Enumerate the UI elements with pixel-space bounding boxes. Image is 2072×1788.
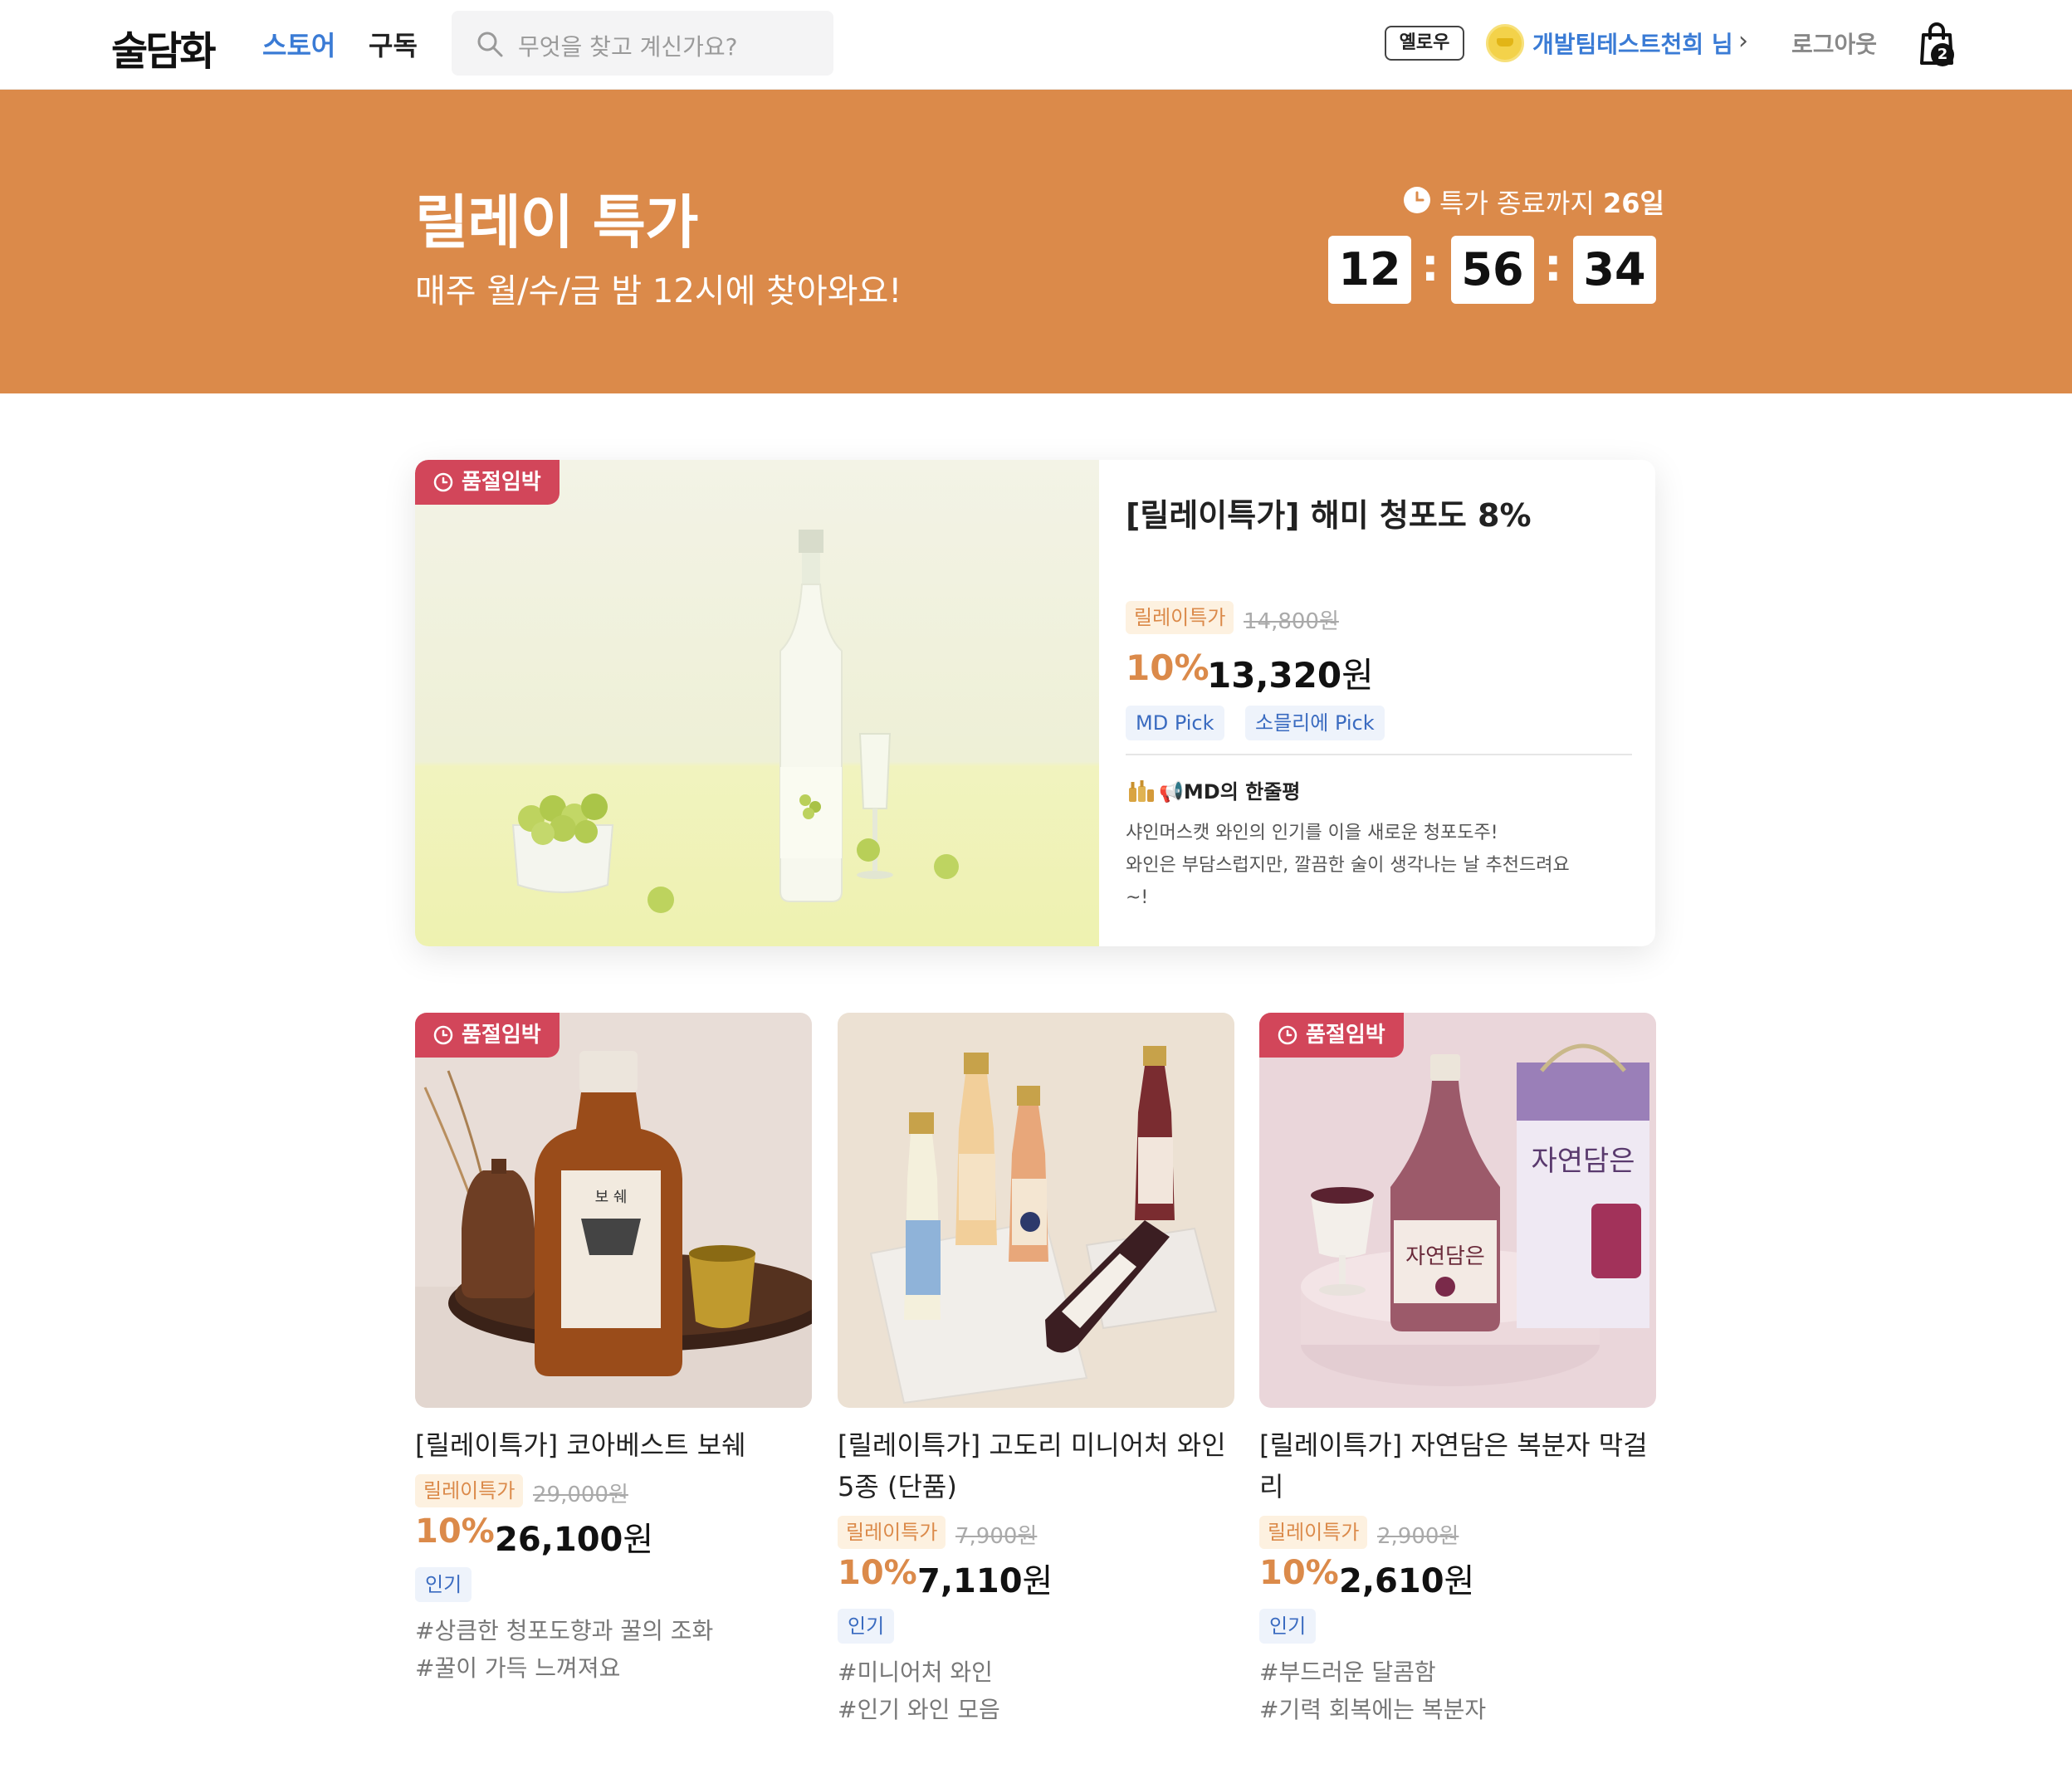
hashtag-list: #상큼한 청포도향과 꿀의 조화 #꿀이 가득 느껴져요: [415, 1612, 713, 1687]
sale-price: 7,110원: [917, 1554, 1053, 1602]
featured-product-card[interactable]: 품절임박 [릴레이특가] 해미 청포도 8% 릴레이특가 14,800원 10%…: [415, 460, 1655, 946]
svg-text:보 쉐: 보 쉐: [595, 1189, 628, 1206]
logout-button[interactable]: 로그아웃: [1791, 27, 1877, 60]
original-price: 14,800원: [1244, 609, 1339, 634]
countdown-minutes: 56: [1451, 236, 1534, 304]
md-review-text: 샤인머스캣 와인의 인기를 이을 새로운 청포도주! 와인은 부담스럽지만, 깔…: [1126, 817, 1624, 914]
banner-subtitle: 매주 월/수/금 밤 12시에 찾아와요!: [415, 272, 902, 310]
membership-crown-icon: [1486, 24, 1524, 62]
nav-store-tab[interactable]: 스토어: [262, 25, 335, 63]
hashtag-list: #미니어처 와인 #인기 와인 모음: [838, 1654, 1000, 1728]
divider: [1126, 754, 1632, 755]
clock-icon: [433, 1025, 453, 1045]
search-icon: [477, 32, 503, 57]
hashtag: #상큼한 청포도향과 꿀의 조화: [415, 1617, 714, 1644]
sold-out-soon-badge: 품절임박: [415, 1013, 560, 1058]
sale-price-value: 7,110: [917, 1562, 1023, 1600]
countdown-separator: :: [1544, 239, 1562, 291]
hashtag: #기력 회복에는 복분자: [1259, 1696, 1487, 1723]
search-placeholder: 무엇을 찾고 계신가요?: [518, 33, 738, 61]
countdown-days: 26일: [1602, 188, 1664, 219]
relay-sale-tag: 릴레이특가: [1126, 601, 1234, 634]
relay-sale-banner: 릴레이 특가 매주 월/수/금 밤 12시에 찾아와요! 특가 종료까지 26일…: [0, 90, 2072, 393]
sale-price-value: 2,610: [1339, 1562, 1444, 1600]
relay-sale-tag: 릴레이특가: [415, 1474, 524, 1507]
sale-price: 2,610원: [1339, 1554, 1474, 1602]
price-unit: 원: [623, 1521, 654, 1559]
banner-title: 릴레이 특가: [415, 188, 698, 256]
sale-price: 26,100원: [495, 1512, 653, 1561]
clock-icon: [1278, 1025, 1297, 1045]
chevron-right-icon[interactable]: ›: [1738, 27, 1748, 56]
clock-icon: [1404, 187, 1430, 213]
md-review-heading: 📢MD의 한줄평: [1126, 775, 1300, 804]
original-price: 29,000원: [533, 1483, 628, 1507]
badge-label: 품절임박: [1306, 1023, 1385, 1048]
sale-price: 13,320원: [1207, 647, 1374, 698]
search-input[interactable]: 무엇을 찾고 계신가요?: [452, 11, 833, 76]
original-price: 7,900원: [955, 1524, 1038, 1549]
user-name-link[interactable]: 개발팀테스트천희 님: [1532, 27, 1733, 60]
product-image[interactable]: 자연담은 자연담은: [1259, 1013, 1656, 1408]
hashtag: #인기 와인 모음: [838, 1696, 1000, 1723]
clock-icon: [433, 472, 453, 492]
site-logo[interactable]: 술담화: [111, 18, 216, 76]
product-title[interactable]: [릴레이특가] 코아베스트 보쉐: [415, 1424, 812, 1466]
discount-rate: 10%: [838, 1554, 917, 1592]
popular-tag: 인기: [415, 1567, 472, 1602]
relay-sale-tag: 릴레이특가: [838, 1516, 946, 1549]
hashtag: #미니어처 와인: [838, 1659, 993, 1686]
countdown-label: 특가 종료까지 26일: [1439, 183, 1664, 221]
cart-count-badge: 2: [1931, 43, 1954, 66]
popular-tag: 인기: [1259, 1609, 1317, 1644]
product-title[interactable]: [릴레이특가] 고도리 미니어처 와인 5종 (단품): [838, 1424, 1234, 1507]
site-header: 술담화 스토어 구독 무엇을 찾고 계신가요? 옐로우 개발팀테스트천희 님 ›…: [0, 0, 2072, 90]
featured-product-title[interactable]: [릴레이특가] 해미 청포도 8%: [1126, 490, 1532, 535]
discount-rate: 10%: [1126, 647, 1209, 688]
price-unit: 원: [1341, 655, 1374, 696]
price-unit: 원: [1444, 1562, 1475, 1600]
md-review-line: 샤인머스캣 와인의 인기를 이을 새로운 청포도주!: [1126, 823, 1498, 843]
sale-price-value: 13,320: [1207, 655, 1342, 696]
hashtag: #꿀이 가득 느껴져요: [415, 1654, 621, 1682]
countdown-separator: :: [1421, 239, 1439, 291]
sold-out-soon-badge: 품절임박: [415, 460, 560, 505]
countdown-prefix: 특가 종료까지: [1439, 188, 1595, 219]
badge-label: 품절임박: [462, 1023, 541, 1048]
sold-out-soon-badge: 품절임박: [1259, 1013, 1404, 1058]
relay-sale-tag: 릴레이특가: [1259, 1516, 1368, 1549]
svg-text:자연담은: 자연담은: [1405, 1244, 1485, 1269]
md-review-line: 와인은 부담스럽지만, 깔끔한 술이 생각나는 날 추천드려요: [1126, 855, 1570, 876]
featured-product-image[interactable]: [415, 460, 1099, 946]
hashtag-list: #부드러운 달콤함 #기력 회복에는 복분자: [1259, 1654, 1486, 1728]
membership-badge: 옐로우: [1385, 26, 1464, 61]
svg-text:자연담은: 자연담은: [1531, 1145, 1635, 1178]
product-title[interactable]: [릴레이특가] 자연담은 복분자 막걸리: [1259, 1424, 1656, 1507]
md-heading-text: 📢MD의 한줄평: [1159, 780, 1301, 804]
product-image[interactable]: [838, 1013, 1234, 1408]
countdown-seconds: 34: [1573, 236, 1656, 304]
popular-tag: 인기: [838, 1609, 895, 1644]
bottles-icon: [1129, 780, 1154, 802]
md-review-line: ~!: [1126, 887, 1149, 908]
price-unit: 원: [1022, 1562, 1053, 1600]
sale-price-value: 26,100: [495, 1521, 623, 1559]
product-image[interactable]: 보 쉐: [415, 1013, 812, 1408]
discount-rate: 10%: [415, 1512, 495, 1551]
nav-subscription-tab[interactable]: 구독: [369, 25, 418, 63]
original-price: 2,900원: [1377, 1524, 1459, 1549]
badge-label: 품절임박: [462, 470, 541, 495]
hashtag: #부드러운 달콤함: [1259, 1659, 1436, 1686]
countdown-hours: 12: [1328, 236, 1411, 304]
discount-rate: 10%: [1259, 1554, 1339, 1592]
md-pick-tag: MD Pick: [1126, 706, 1224, 740]
sommelier-pick-tag: 소믈리에 Pick: [1245, 706, 1385, 740]
